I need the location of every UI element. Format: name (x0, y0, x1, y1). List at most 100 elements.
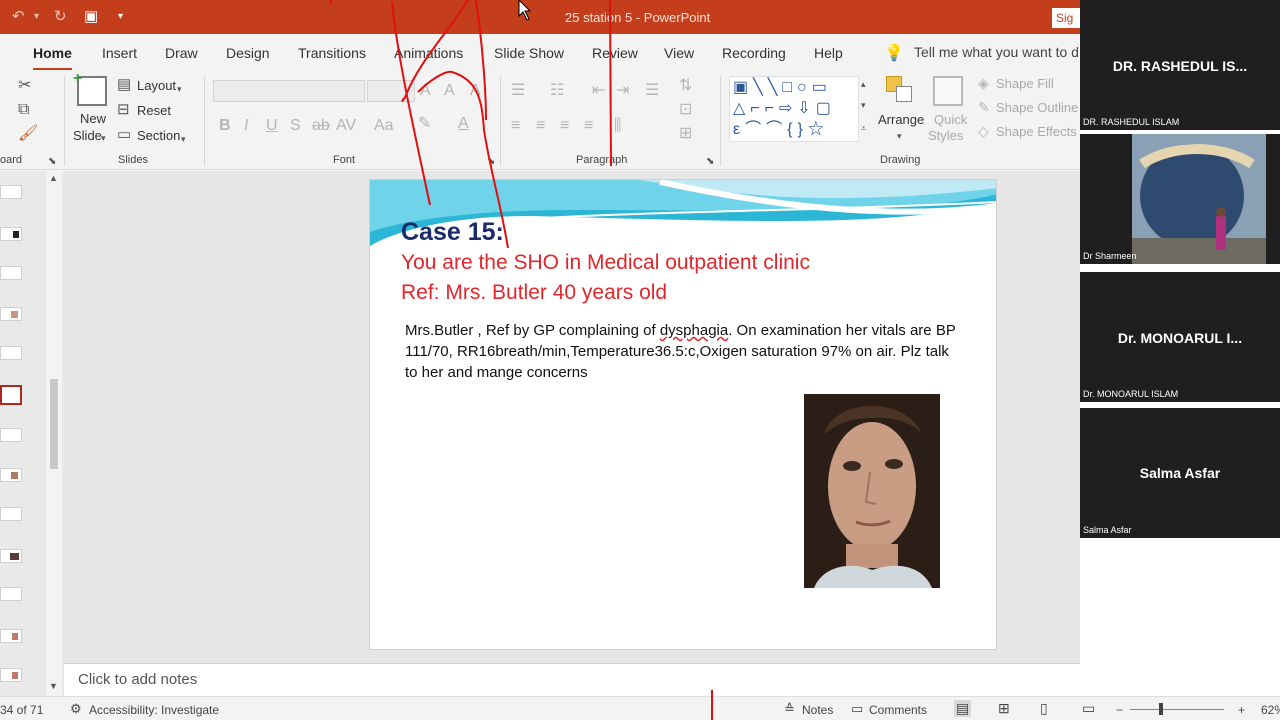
shape-fill-button[interactable]: Shape Fill (996, 76, 1054, 91)
justify-icon[interactable]: ≡ (584, 118, 593, 134)
sign-in-button[interactable]: Sig (1052, 8, 1080, 28)
tab-transitions[interactable]: Transitions (298, 45, 366, 61)
tab-insert[interactable]: Insert (102, 45, 137, 61)
arrange-icon[interactable] (886, 76, 914, 106)
slide-thumbnail[interactable] (0, 428, 22, 442)
tell-me-search[interactable]: Tell me what you want to d (914, 44, 1079, 60)
numbering-icon[interactable]: ☷ (550, 83, 564, 99)
zoom-slider[interactable] (1130, 709, 1224, 710)
clipboard-launcher-icon[interactable]: ⬊ (48, 154, 56, 170)
undo-icon[interactable]: ↶ (12, 7, 25, 25)
scroll-up-icon[interactable]: ▲ (49, 173, 58, 183)
bullets-icon[interactable]: ☰ (511, 83, 525, 99)
cut-icon[interactable]: ✂ (18, 78, 31, 94)
slide-thumbnail[interactable] (0, 307, 22, 321)
character-spacing-icon[interactable]: AV (336, 118, 356, 134)
shape-outline-icon[interactable]: ✎ (978, 99, 990, 115)
smartart-icon[interactable]: ⊞ (679, 126, 692, 142)
new-slide-dropdown-icon[interactable]: ▾ (101, 130, 106, 146)
line-spacing-icon[interactable]: ☰ (645, 83, 659, 99)
participant-tile[interactable]: DR. RASHEDUL IS... DR. RASHEDUL ISLAM (1080, 0, 1280, 130)
arrange-dropdown-icon[interactable]: ▾ (897, 128, 902, 144)
slide-thumbnail[interactable] (0, 629, 22, 643)
tab-home[interactable]: Home (33, 45, 72, 71)
notes-icon[interactable]: ≙ (784, 701, 795, 717)
section-dropdown-icon[interactable]: ▾ (181, 131, 186, 147)
new-slide-icon[interactable]: + (73, 70, 107, 106)
copy-icon[interactable]: ⧉ (18, 102, 29, 118)
tab-design[interactable]: Design (226, 45, 270, 61)
participant-tile[interactable]: Dr Sharmeen (1080, 134, 1280, 264)
participant-tile[interactable]: Salma Asfar Salma Asfar (1080, 408, 1280, 538)
gallery-more-icon[interactable]: ⩡ (861, 120, 866, 136)
shapes-gallery[interactable]: ▣╲╲□○▭ △⌐⌐⇨⇩▢ ε⌒⌒{}☆ (729, 76, 859, 142)
notes-pane[interactable]: Click to add notes (64, 663, 1080, 696)
format-painter-icon[interactable]: 🖌 (18, 126, 38, 142)
quick-styles-button-label[interactable]: Styles (928, 128, 963, 143)
new-slide-button[interactable]: New (80, 111, 106, 126)
align-right-icon[interactable]: ≡ (560, 118, 569, 134)
participant-tile[interactable]: Dr. MONOARUL I... Dr. MONOARUL ISLAM (1080, 272, 1280, 402)
section-button[interactable]: Section (137, 128, 180, 143)
comments-button[interactable]: Comments (869, 703, 927, 717)
italic-icon[interactable]: I (244, 118, 248, 134)
arrange-button[interactable]: Arrange (878, 112, 924, 127)
quick-styles-button[interactable]: Quick (934, 112, 967, 127)
slide-thumbnail[interactable] (0, 227, 22, 241)
presentation-icon[interactable]: ▣ (84, 7, 98, 25)
zoom-level[interactable]: 62% (1261, 703, 1280, 717)
slide-sorter-icon[interactable]: ⊞ (998, 700, 1010, 717)
quick-styles-icon[interactable] (933, 76, 963, 106)
columns-icon[interactable]: ⫼ (614, 118, 621, 134)
tab-review[interactable]: Review (592, 45, 638, 61)
shape-effects-icon[interactable]: ◇ (978, 123, 989, 139)
slide-thumbnail[interactable] (0, 668, 22, 682)
highlight-icon[interactable]: ✎ (418, 116, 431, 132)
text-direction-icon[interactable]: ⇅ (679, 78, 692, 94)
scroll-thumb[interactable] (50, 379, 58, 469)
strikethrough-icon[interactable]: ab (312, 118, 330, 134)
font-launcher-icon[interactable]: ⬊ (487, 154, 495, 170)
normal-view-icon[interactable]: ▤ (954, 700, 972, 717)
zoom-in-icon[interactable]: + (1238, 703, 1245, 717)
gallery-scroll-down-icon[interactable]: ▾ (861, 97, 866, 113)
decrease-font-icon[interactable]: A (444, 83, 455, 99)
reset-icon[interactable]: ⊟ (117, 102, 130, 118)
new-slide-button-label[interactable]: Slide (73, 128, 102, 143)
zoom-slider-thumb[interactable] (1159, 703, 1163, 715)
comments-icon[interactable]: ▭ (851, 701, 863, 717)
redo-icon[interactable]: ↻ (54, 7, 67, 25)
font-size-combo[interactable] (367, 80, 415, 102)
layout-button[interactable]: Layout (137, 78, 176, 93)
layout-icon[interactable]: ▤ (117, 77, 131, 93)
slide-thumbnail[interactable] (0, 185, 22, 199)
notes-placeholder[interactable]: Click to add notes (78, 671, 197, 688)
align-left-icon[interactable]: ≡ (511, 118, 520, 134)
decrease-indent-icon[interactable]: ⇤ (592, 83, 605, 99)
customize-qat-icon[interactable]: ▾ (118, 11, 123, 22)
slide-thumbnail[interactable] (0, 468, 22, 482)
zoom-out-icon[interactable]: − (1116, 703, 1123, 717)
shape-outline-button[interactable]: Shape Outline (996, 100, 1078, 115)
align-text-icon[interactable]: ⊡ (679, 102, 692, 118)
change-case-icon[interactable]: Aa (374, 118, 394, 134)
gallery-scroll-up-icon[interactable]: ▴ (861, 76, 866, 92)
shadow-icon[interactable]: S (290, 118, 301, 134)
align-center-icon[interactable]: ≡ (536, 118, 545, 134)
undo-dropdown-icon[interactable]: ▾ (34, 11, 39, 22)
font-color-icon[interactable]: A (458, 116, 469, 132)
section-icon[interactable]: ▭ (117, 127, 131, 143)
slide-thumbnail[interactable] (0, 549, 22, 563)
increase-font-icon[interactable]: A (420, 83, 431, 99)
slide-thumbnail[interactable] (0, 587, 22, 601)
tab-view[interactable]: View (664, 45, 694, 61)
shape-effects-button[interactable]: Shape Effects (996, 124, 1077, 139)
slide[interactable]: Case 15: You are the SHO in Medical outp… (369, 179, 997, 650)
reading-view-icon[interactable]: ▯ (1040, 700, 1048, 717)
underline-icon[interactable]: U (266, 118, 278, 134)
slide-thumbnail[interactable] (0, 266, 22, 280)
notes-button[interactable]: Notes (802, 703, 833, 717)
tab-recording[interactable]: Recording (722, 45, 786, 61)
shapes-icons[interactable]: ▣╲╲□○▭ △⌐⌐⇨⇩▢ ε⌒⌒{}☆ (730, 77, 836, 140)
reset-button[interactable]: Reset (137, 103, 171, 118)
